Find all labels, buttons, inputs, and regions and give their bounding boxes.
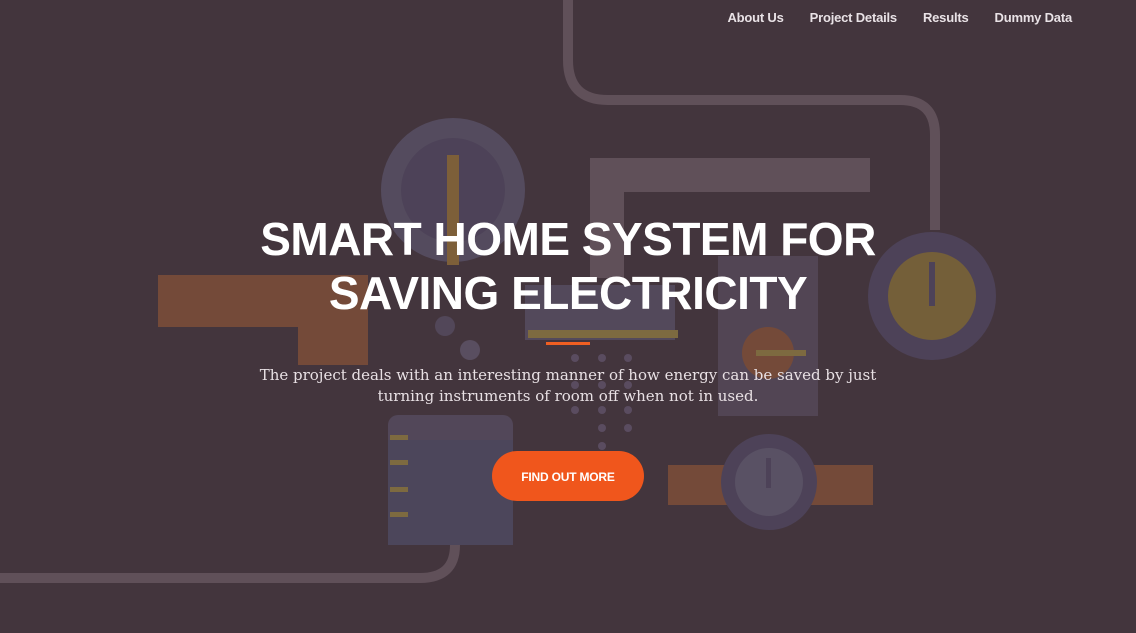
hero-section: SMART HOME SYSTEM FOR SAVING ELECTRICITY… bbox=[0, 212, 1136, 501]
nav-link-project-details[interactable]: Project Details bbox=[810, 10, 898, 25]
nav-link-results[interactable]: Results bbox=[923, 10, 969, 25]
hero-description-line-1: The project deals with an interesting ma… bbox=[259, 366, 877, 384]
top-navbar: About Us Project Details Results Dummy D… bbox=[727, 0, 1072, 34]
hero-title-line-1: SMART HOME SYSTEM FOR bbox=[260, 213, 876, 265]
hero-description: The project deals with an interesting ma… bbox=[258, 365, 878, 407]
nav-link-dummy-data[interactable]: Dummy Data bbox=[995, 10, 1073, 25]
hero-description-line-2: turning instruments of room off when not… bbox=[377, 387, 759, 405]
hero-title-line-2: SAVING ELECTRICITY bbox=[328, 267, 808, 319]
find-out-more-button[interactable]: FIND OUT MORE bbox=[492, 451, 644, 501]
nav-link-about-us[interactable]: About Us bbox=[727, 10, 783, 25]
accent-divider bbox=[546, 342, 590, 345]
hero-title: SMART HOME SYSTEM FOR SAVING ELECTRICITY bbox=[0, 212, 1136, 320]
